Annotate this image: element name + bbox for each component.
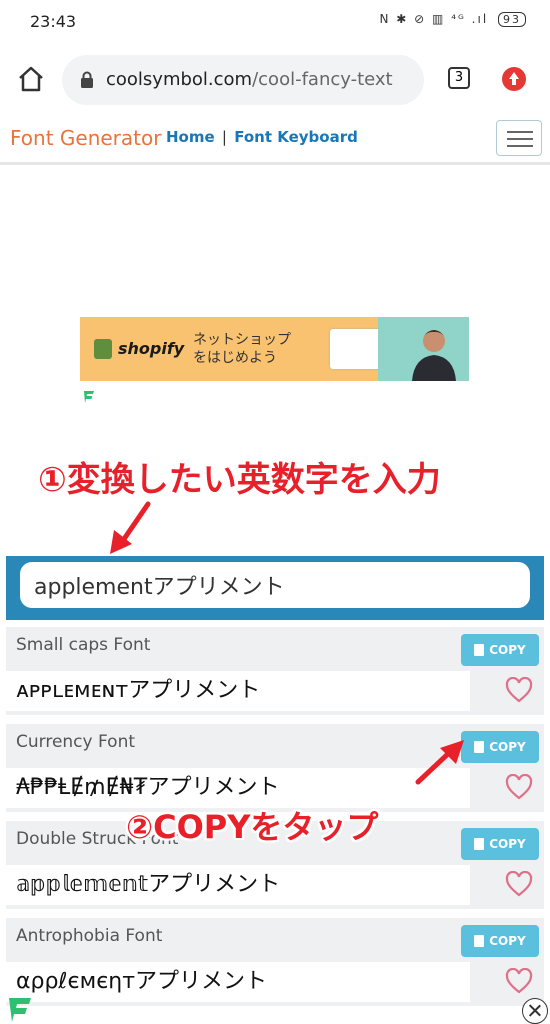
lock-icon [81,71,93,88]
upgrade-icon[interactable] [502,67,526,91]
copy-button[interactable]: COPY [461,634,539,666]
site-brand[interactable]: Font Generator [10,126,161,150]
close-ad-icon[interactable] [522,998,548,1024]
url-text: coolsymbol.com/cool-fancy-text [106,69,416,90]
nav-links: Home | Font Keyboard [166,128,358,146]
browser-toolbar: coolsymbol.com/cool-fancy-text 3 [0,46,550,114]
copy-button[interactable]: COPY [461,925,539,957]
clipboard-icon [474,643,485,656]
nav-font-keyboard-link[interactable]: Font Keyboard [234,128,358,146]
url-host: coolsymbol.com [106,69,253,90]
ad-person-image [412,330,456,381]
menu-toggle-button[interactable] [496,120,542,156]
text-input-panel [6,556,544,620]
font-result[interactable]: αρρℓємєηтアプリメント [6,962,470,1002]
font-name: Small caps Font [16,635,151,655]
ad-copy-line-2: をはじめよう [193,350,277,366]
source-text-input[interactable] [20,562,530,608]
address-bar[interactable]: coolsymbol.com/cool-fancy-text [62,55,424,105]
ad-banner[interactable]: shopify ネットショップ をはじめよう [80,317,469,381]
annotation-step-1: ①変換したい英数字を入力 [38,460,441,500]
status-icons-text: N ✱ ⊘ ▥ ⁴ᴳ .ıl [379,12,489,26]
nav-home-link[interactable]: Home [166,128,215,146]
copy-button[interactable]: COPY [461,828,539,860]
battery-icon: 93 [498,12,526,27]
copy-button[interactable]: COPY [461,731,539,763]
heart-icon[interactable] [505,677,533,703]
annotation-arrow-1 [110,501,151,554]
font-name: Currency Font [16,732,136,752]
font-result[interactable]: 𝕒𝕡𝕡𝕝𝕖𝕞𝕖𝕟𝕥アプリメント [6,865,470,905]
font-name: Antrophobia Font [16,926,163,946]
clipboard-icon [474,740,485,753]
copy-label: COPY [489,837,526,851]
status-icons: N ✱ ⊘ ▥ ⁴ᴳ .ıl 93 [380,12,526,27]
adchoices-footer-icon[interactable] [6,996,34,1024]
copy-label: COPY [489,643,526,657]
clipboard-icon [474,837,485,850]
tab-switcher-button[interactable]: 3 [448,67,470,89]
ad-copy-line-1: ネットショップ [193,332,291,348]
shopify-bag-icon [94,339,112,359]
site-navbar: Font Generator Home | Font Keyboard [0,114,550,165]
copy-label: COPY [489,934,526,948]
copy-label: COPY [489,740,526,754]
adchoices-icon[interactable] [82,390,96,404]
status-bar: 23:43 N ✱ ⊘ ▥ ⁴ᴳ .ıl 93 [0,0,550,46]
heart-icon[interactable] [505,968,533,994]
font-result[interactable]: ᴀᴘᴘʟᴇᴍᴇɴᴛアプリメント [6,671,470,711]
annotation-arrow-2 [415,740,464,785]
hamburger-line [507,131,533,133]
ad-brand: shopify [118,339,185,358]
hamburger-line [507,138,533,140]
ad-background: shopify ネットショップ をはじめよう [80,317,390,381]
hamburger-line [507,145,533,147]
home-icon[interactable] [16,64,46,94]
clock: 23:43 [30,12,77,31]
font-card-small-caps: Small caps Font COPY ᴀᴘᴘʟᴇᴍᴇɴᴛアプリメント [6,627,544,715]
url-path: /cool-fancy-text [252,69,393,90]
heart-icon[interactable] [505,871,533,897]
font-card-antrophobia: Antrophobia Font COPY αρρℓємєηтアプリメント [6,918,544,1006]
ad-copy: ネットショップ をはじめよう [193,331,291,367]
nav-separator: | [221,128,227,146]
heart-icon[interactable] [505,774,533,800]
clipboard-icon [474,934,485,947]
annotation-step-2: ②COPYをタップ [126,808,379,846]
